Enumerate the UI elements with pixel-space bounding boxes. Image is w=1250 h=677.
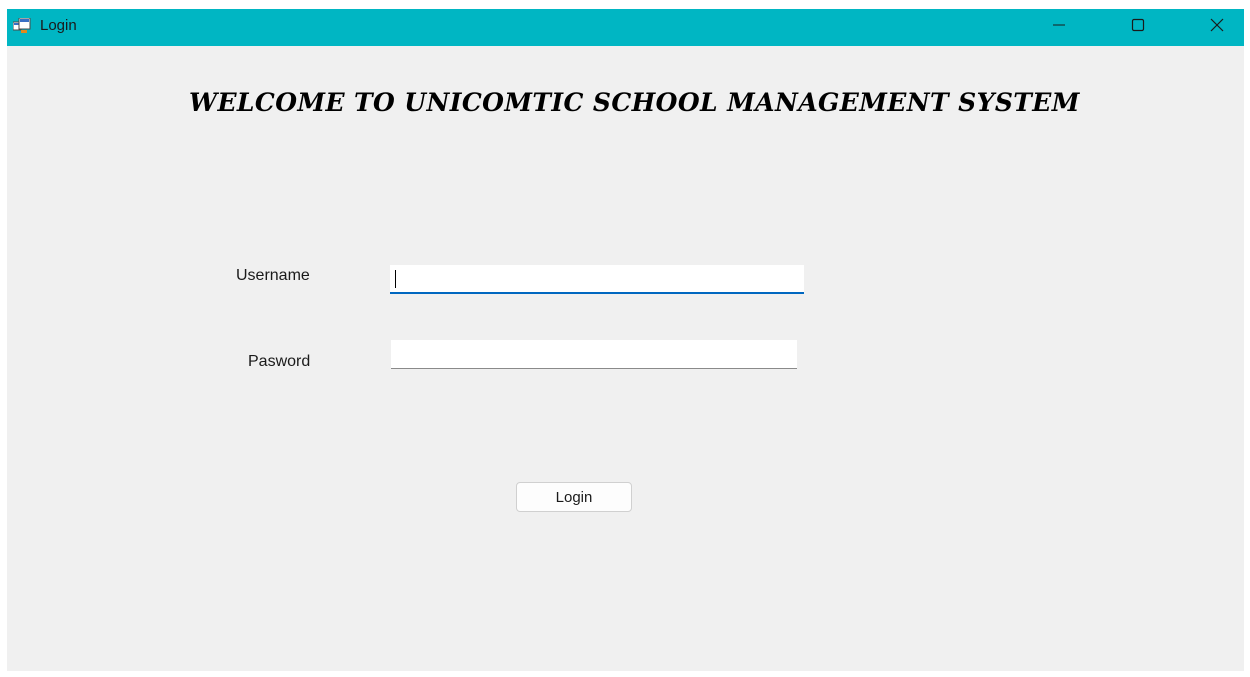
maximize-icon [1131,18,1145,37]
minimize-button[interactable] [1036,9,1082,46]
maximize-button[interactable] [1115,9,1161,46]
login-window: Login WELCOME TO UNICOMTIC SCHOOL MANAGE… [7,9,1244,671]
password-label: Pasword [248,353,311,370]
text-caret [395,270,396,288]
close-icon [1210,18,1224,37]
username-input[interactable] [390,265,804,294]
login-button[interactable]: Login [516,482,632,512]
minimize-icon [1052,18,1066,37]
title-bar[interactable]: Login [7,9,1244,46]
username-label: Username [236,267,310,284]
window-title: Login [40,17,77,34]
welcome-heading: WELCOME TO UNICOMTIC SCHOOL MANAGEMENT S… [189,88,1080,117]
close-button[interactable] [1194,9,1240,46]
app-window-icon [12,17,31,34]
password-input[interactable] [391,340,797,369]
